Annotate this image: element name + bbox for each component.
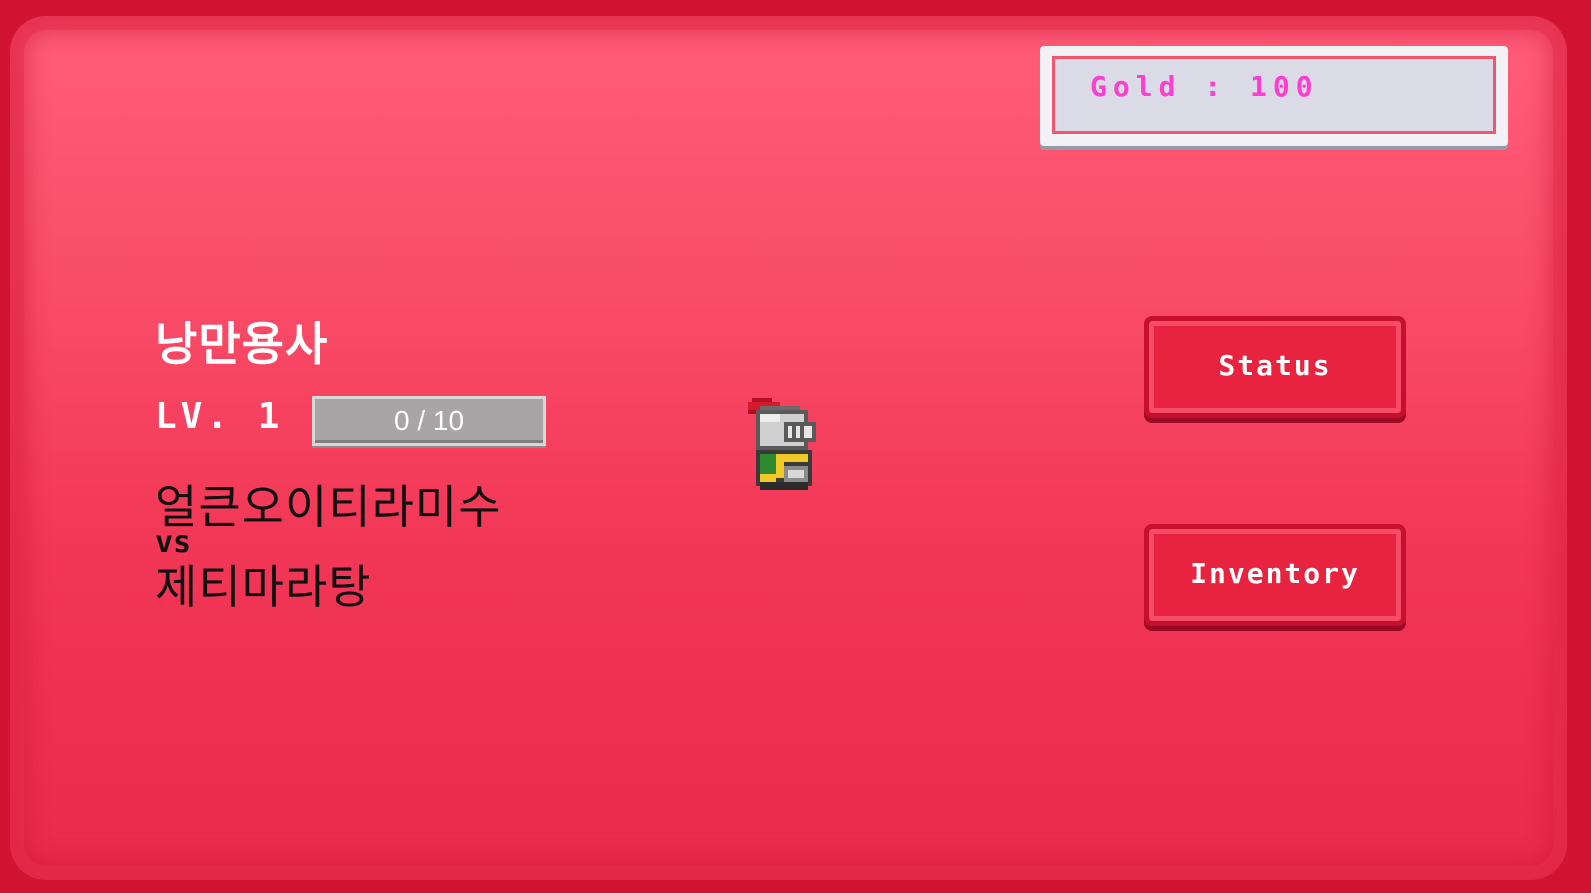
exp-text: 0 / 10 (393, 405, 465, 436)
matchup-line-1: 얼큰오이티라미수 (155, 480, 502, 534)
level-label: LV. 1 (155, 396, 284, 437)
status-button-label: Status (1218, 349, 1332, 382)
knight-icon (748, 398, 816, 490)
gold-text: Gold : 100 (1090, 70, 1319, 103)
matchup-text: 얼큰오이티라미수 vs 제티마라탕 (155, 478, 502, 616)
inventory-button-label: Inventory (1190, 557, 1360, 590)
inventory-button[interactable]: Inventory (1144, 524, 1406, 626)
exp-bar: 0 / 10 (312, 396, 546, 446)
hero-name: 낭만용사 (155, 317, 329, 371)
knight-sprite (748, 398, 820, 494)
gold-display: Gold : 100 (1040, 46, 1508, 146)
game-screen: Gold : 100 낭만용사 LV. 1 0 / 10 얼큰오이티라미수 vs… (0, 0, 1591, 893)
matchup-line-2: 제티마라탕 (155, 560, 372, 614)
status-button[interactable]: Status (1144, 316, 1406, 418)
